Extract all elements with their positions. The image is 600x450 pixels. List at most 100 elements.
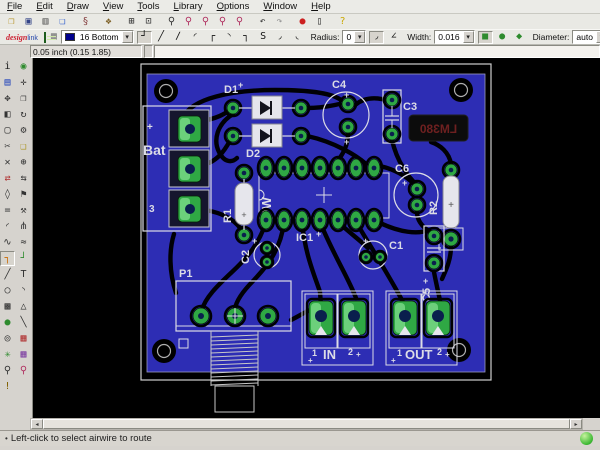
width-select[interactable]: 0.016 ▾ (434, 30, 474, 44)
erc-icon[interactable]: ⚲ (0, 363, 15, 378)
optimize-icon[interactable]: ∿ (0, 235, 15, 250)
miter-tool-icon[interactable]: ◜ (0, 219, 15, 234)
diameter-dropdown-button[interactable]: ▾ (596, 31, 600, 43)
hole-icon[interactable]: ◎ (0, 331, 15, 346)
menu-item-library[interactable]: Library (167, 1, 210, 12)
width-dropdown-button[interactable]: ▾ (463, 31, 474, 43)
menu-item-view[interactable]: View (96, 1, 130, 12)
bend-arc-cw-icon[interactable]: ◞ (273, 31, 288, 44)
board-canvas[interactable]: + Bat 3 PW + D1 + D2 C4 + + (32, 58, 600, 418)
bend-90-start-icon[interactable]: ┘ (137, 31, 152, 44)
cut-icon[interactable]: ✂ (0, 139, 15, 154)
display-layers-icon[interactable]: ▤ (0, 75, 15, 90)
board-component-out[interactable]: 1 OUT 2 + + (386, 291, 457, 365)
rect-icon[interactable]: ▩ (0, 299, 15, 314)
command-line-splitter[interactable] (144, 45, 153, 58)
zoom-redraw-icon[interactable]: ⚲ (232, 15, 247, 28)
designlink-logo[interactable]: designlink (6, 33, 38, 42)
grid-icon[interactable]: ▦ (50, 31, 58, 44)
bend-straight-icon[interactable]: ∕ (171, 31, 186, 44)
meander-icon[interactable]: ≈ (16, 235, 31, 250)
add-icon[interactable]: ⊕ (16, 155, 31, 170)
via-square-icon[interactable]: ■ (478, 31, 493, 44)
print-icon[interactable]: ▥ (38, 15, 53, 28)
drc-icon[interactable]: ⚲ (16, 363, 31, 378)
rotate-icon[interactable]: ↻ (16, 107, 31, 122)
element14-logo[interactable] (44, 32, 46, 43)
move-icon[interactable]: ✥ (0, 91, 15, 106)
redo-icon[interactable]: ↷ (272, 15, 287, 28)
miter-straight-icon[interactable]: ∠ (386, 31, 401, 44)
command-input[interactable] (154, 45, 600, 58)
ratsnest-icon[interactable]: ✳ (0, 347, 15, 362)
signal-icon[interactable]: ╲ (16, 315, 31, 330)
bend-90-end-icon[interactable]: ┌ (205, 31, 220, 44)
menu-item-draw[interactable]: Draw (60, 1, 96, 12)
delete-icon[interactable]: ✕ (0, 155, 15, 170)
via-icon[interactable]: ● (0, 315, 15, 330)
save-icon[interactable]: ▣ (21, 15, 36, 28)
smash-icon[interactable]: ⚒ (16, 203, 31, 218)
zoom-select-icon[interactable]: ⚲ (215, 15, 230, 28)
mirror-icon[interactable]: ◧ (0, 107, 15, 122)
bend-45-start-icon[interactable]: ╱ (154, 31, 169, 44)
paste-icon[interactable]: ❑ (16, 139, 31, 154)
bend-s-icon[interactable]: S (256, 31, 271, 44)
attribute-icon[interactable]: ▦ (16, 331, 31, 346)
fit-window-icon[interactable]: ⊞ (124, 15, 139, 28)
bend-arc-ccw-icon[interactable]: ◟ (290, 31, 305, 44)
pcb-board-drawing[interactable]: + Bat 3 PW + D1 + D2 C4 + + (33, 58, 600, 418)
route-icon[interactable]: ┐ (0, 251, 15, 266)
circle-icon[interactable]: ○ (0, 283, 15, 298)
radius-select[interactable]: 0 ▾ (342, 30, 366, 44)
menu-item-help[interactable]: Help (304, 1, 338, 12)
show-eye-icon[interactable]: ◉ (16, 59, 31, 74)
run-ulp-icon[interactable]: ❖ (101, 15, 116, 28)
polygon-icon[interactable]: △ (16, 299, 31, 314)
menu-item-file[interactable]: File (0, 1, 29, 12)
zoom-in-icon[interactable]: ⚲ (181, 15, 196, 28)
stop-icon[interactable]: ● (295, 15, 310, 28)
text-icon[interactable]: T (16, 267, 31, 282)
export-image-icon[interactable]: ❏ (55, 15, 70, 28)
bend-arc-start-icon[interactable]: ◝ (222, 31, 237, 44)
radius-dropdown-button[interactable]: ▾ (354, 31, 365, 43)
arc-icon[interactable]: ◝ (16, 283, 31, 298)
layer-dropdown-button[interactable]: ▾ (122, 31, 133, 43)
ripup-icon[interactable]: ┘ (16, 251, 31, 266)
pinswap-icon[interactable]: ⇄ (0, 171, 15, 186)
bend-arc-end-icon[interactable]: ┐ (239, 31, 254, 44)
zoom-out-icon[interactable]: ⚲ (198, 15, 213, 28)
undo-icon[interactable]: ↶ (255, 15, 270, 28)
replace-icon[interactable]: ⇆ (16, 171, 31, 186)
layer-select[interactable]: 16 Bottom ▾ (61, 30, 134, 44)
go-icon[interactable]: ▯ (312, 15, 327, 28)
mark-icon[interactable]: ✛ (16, 75, 31, 90)
value-icon[interactable]: = (0, 203, 15, 218)
help-icon[interactable]: ? (335, 15, 350, 28)
horizontal-scrollbar[interactable]: ◂ ▸ (30, 418, 583, 430)
group-icon[interactable]: ▢ (0, 123, 15, 138)
info-icon[interactable]: i (0, 59, 15, 74)
scroll-right-arrow-icon[interactable]: ▸ (570, 419, 582, 429)
menu-item-edit[interactable]: Edit (29, 1, 59, 12)
menu-item-tools[interactable]: Tools (130, 1, 166, 12)
errors-icon[interactable]: ! (0, 379, 15, 394)
open-icon[interactable]: ❒ (4, 15, 19, 28)
wire-icon[interactable]: ╱ (0, 267, 15, 282)
auto-icon[interactable]: ▦ (16, 347, 31, 362)
name-icon[interactable]: ⚑ (16, 187, 31, 202)
lock-icon[interactable]: ◊ (0, 187, 15, 202)
board-component-lm380[interactable]: LM380 (409, 115, 468, 141)
miter-round-icon[interactable]: ◞ (369, 31, 384, 44)
script-icon[interactable]: § (78, 15, 93, 28)
split-icon[interactable]: ⋔ (16, 219, 31, 234)
zoom-fit-icon[interactable]: ⚲ (164, 15, 179, 28)
menu-item-window[interactable]: Window (256, 1, 304, 12)
scrollbar-thumb[interactable] (43, 419, 570, 429)
via-octagon-icon[interactable]: ◆ (512, 31, 527, 44)
menu-item-options[interactable]: Options (210, 1, 257, 12)
diameter-select[interactable]: auto ▾ (572, 30, 600, 44)
change-icon[interactable]: ⚙ (16, 123, 31, 138)
scroll-left-arrow-icon[interactable]: ◂ (31, 419, 43, 429)
